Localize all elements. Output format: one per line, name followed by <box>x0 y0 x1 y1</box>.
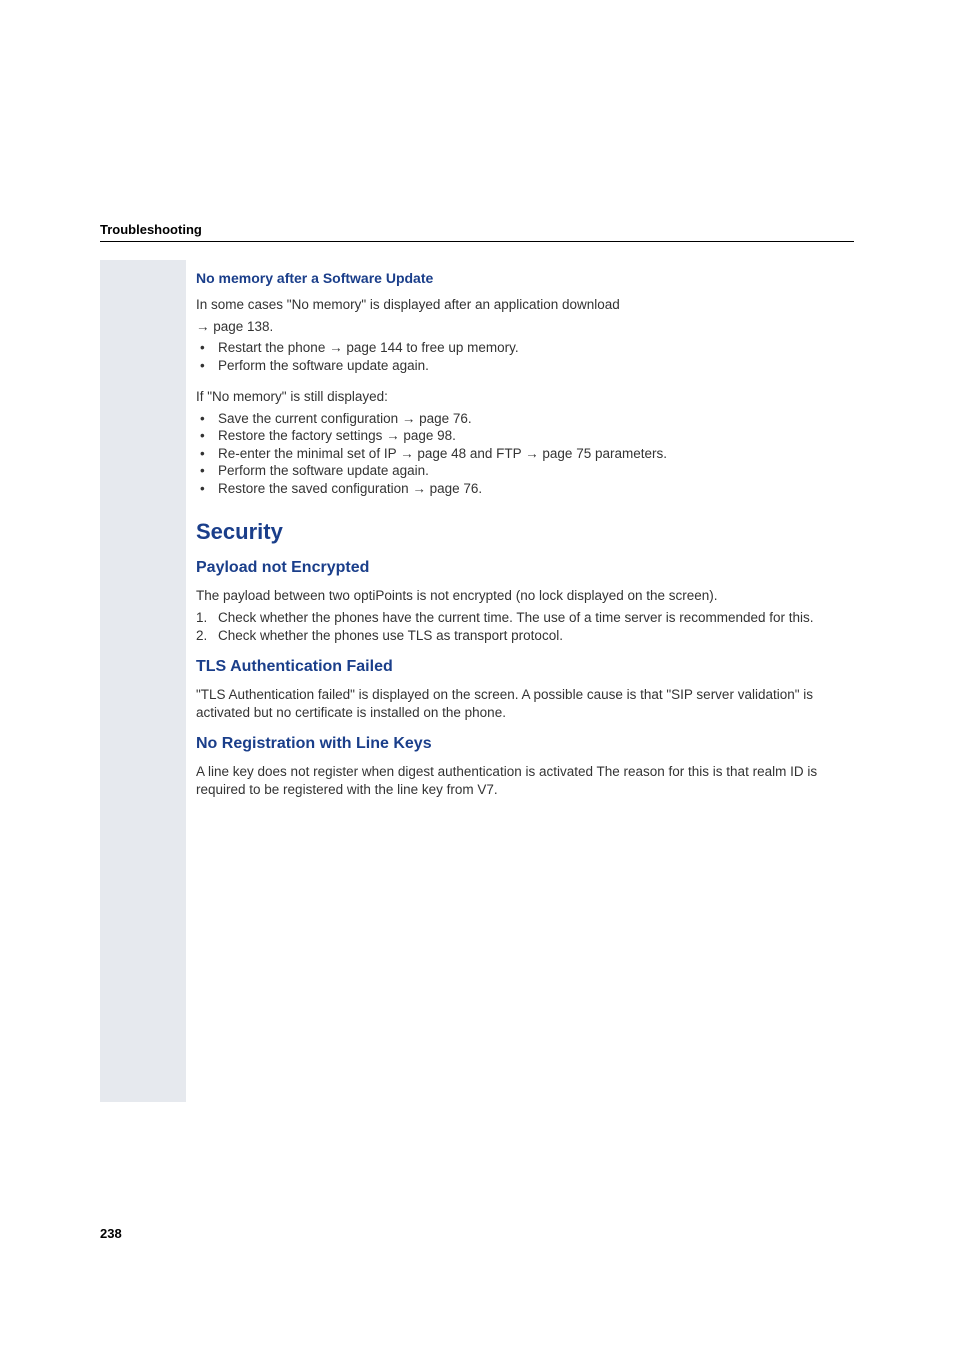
page-header: Troubleshooting <box>100 222 854 242</box>
list-item: Restore the factory settings → page 98. <box>196 427 854 445</box>
list-item: 1. Check whether the phones have the curr… <box>196 609 854 627</box>
tls-body: "TLS Authentication failed" is displayed… <box>196 686 854 721</box>
intro-line-2: → page 138. <box>196 318 854 336</box>
list-number: 2. <box>196 627 207 645</box>
subheading-payload: Payload not Encrypted <box>196 559 854 577</box>
payload-intro: The payload between two optiPoints is no… <box>196 587 854 605</box>
main-content: No memory after a Software Update In som… <box>186 260 854 1102</box>
subheading-noreg: No Registration with Line Keys <box>196 735 854 753</box>
list-item: Perform the software update again. <box>196 357 854 375</box>
section-heading-security: Security <box>196 519 854 545</box>
header-title: Troubleshooting <box>100 222 854 237</box>
list-text: Check whether the phones have the curren… <box>218 610 814 625</box>
intro-line-1: In some cases "No memory" is displayed a… <box>196 296 854 314</box>
list-item: Re-enter the minimal set of IP → page 48… <box>196 445 854 463</box>
list-item: Restore the saved configuration → page 7… <box>196 480 854 498</box>
subheading-tls: TLS Authentication Failed <box>196 658 854 676</box>
bullet-list-1: Restart the phone → page 144 to free up … <box>196 339 854 374</box>
list-number: 1. <box>196 609 207 627</box>
condition-line: If "No memory" is still displayed: <box>196 388 854 406</box>
bullet-list-2: Save the current configuration → page 76… <box>196 410 854 498</box>
list-text: Check whether the phones use TLS as tran… <box>218 628 563 643</box>
page: Troubleshooting No memory after a Softwa… <box>0 0 954 1351</box>
list-item: Restart the phone → page 144 to free up … <box>196 339 854 357</box>
list-item: Save the current configuration → page 76… <box>196 410 854 428</box>
left-band <box>100 260 186 1102</box>
page-number: 238 <box>100 1226 122 1241</box>
list-item: 2. Check whether the phones use TLS as tr… <box>196 627 854 645</box>
content-wrapper: No memory after a Software Update In som… <box>100 260 854 1102</box>
section-heading-no-memory: No memory after a Software Update <box>196 270 854 286</box>
numbered-list-payload: 1. Check whether the phones have the curr… <box>196 609 854 644</box>
list-item: Perform the software update again. <box>196 462 854 480</box>
noreg-body: A line key does not register when digest… <box>196 763 854 798</box>
